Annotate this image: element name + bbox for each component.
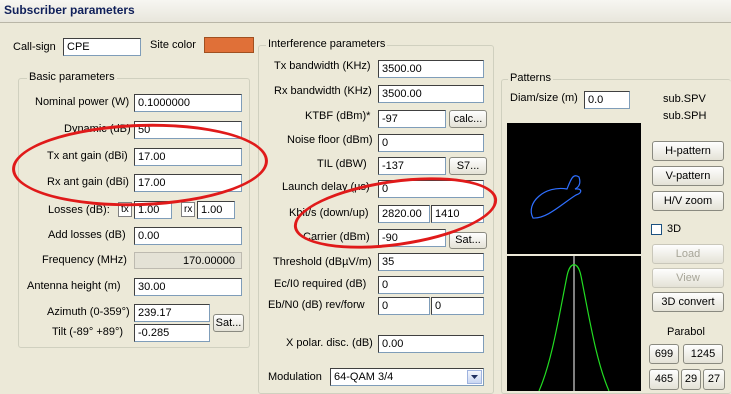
kbits-label: Kbit/s (down/up) [289, 207, 369, 219]
launch-delay-input[interactable]: 0 [378, 180, 484, 198]
xpol-label: X polar. disc. (dB) [286, 337, 373, 349]
eb-no-rev-input[interactable]: 0 [378, 297, 430, 315]
calc-button[interactable]: calc... [449, 110, 487, 128]
parabol-29-button[interactable]: 29 [681, 369, 701, 390]
file-spv-label: sub.SPV [663, 93, 706, 105]
losses-rx-input[interactable]: 1.00 [197, 201, 235, 219]
nominal-power-label: Nominal power (W) [35, 96, 130, 108]
parabol-label: Parabol [667, 326, 705, 338]
file-sph-label: sub.SPH [663, 110, 707, 122]
site-color-label: Site color [150, 39, 196, 51]
diam-size-label: Diam/size (m) [510, 92, 578, 104]
antenna-height-input[interactable]: 30.00 [134, 278, 242, 296]
tilt-label: Tilt (-89° +89°) [52, 326, 124, 338]
parabol-699-button[interactable]: 699 [649, 344, 679, 364]
til-input[interactable]: -137 [378, 157, 446, 175]
frequency-label: Frequency (MHz) [42, 254, 127, 266]
chevron-down-icon [471, 375, 478, 379]
modulation-dropdown-button[interactable] [467, 370, 482, 384]
carrier-input[interactable]: -90 [378, 229, 446, 247]
threshold-label: Threshold (dBµV/m) [273, 256, 372, 268]
xpol-input[interactable]: 0.00 [378, 335, 484, 353]
rx-bandwidth-label: Rx bandwidth (KHz) [274, 85, 372, 97]
v-pattern-graph [538, 256, 610, 392]
noise-floor-label: Noise floor (dBm) [287, 134, 373, 146]
azimuth-label: Azimuth (0-359°) [47, 306, 130, 318]
losses-tx-input[interactable]: 1.00 [134, 201, 172, 219]
callsign-label: Call-sign [13, 41, 56, 53]
h-pattern-graph [530, 175, 582, 219]
nominal-power-input[interactable]: 0.1000000 [134, 94, 242, 112]
patterns-title: Patterns [508, 72, 553, 84]
frequency-value: 170.00000 [134, 252, 242, 269]
diam-size-input[interactable]: 0.0 [584, 91, 630, 109]
site-color-swatch[interactable] [204, 37, 254, 53]
eb-no-label: Eb/N0 (dB) rev/forw [268, 299, 365, 311]
rx-gain-input[interactable]: 17.00 [134, 174, 242, 192]
v-pattern-plot [507, 256, 641, 392]
threshold-input[interactable]: 35 [378, 253, 484, 271]
kbits-up-input[interactable]: 1410 [431, 205, 484, 223]
view-button[interactable]: View [652, 268, 724, 288]
tx-bandwidth-label: Tx bandwidth (KHz) [274, 60, 371, 72]
parabol-465-button[interactable]: 465 [649, 369, 679, 390]
basic-parameters-title: Basic parameters [27, 71, 117, 83]
til-label: TIL (dBW) [317, 158, 367, 170]
tx-bandwidth-input[interactable]: 3500.00 [378, 60, 484, 78]
add-losses-label: Add losses (dB) [48, 229, 126, 241]
modulation-label: Modulation [268, 371, 322, 383]
v-pattern-button[interactable]: V-pattern [652, 166, 724, 186]
s7-button[interactable]: S7... [449, 157, 487, 175]
carrier-label: Carrier (dBm) [303, 231, 370, 243]
noise-floor-input[interactable]: 0 [378, 134, 484, 152]
ec-io-label: Ec/I0 required (dB) [274, 278, 367, 290]
azimuth-input[interactable]: 239.17 [134, 304, 210, 322]
tx-gain-label: Tx ant gain (dBi) [47, 150, 128, 162]
antenna-height-label: Antenna height (m) [27, 280, 121, 292]
tilt-input[interactable]: -0.285 [134, 324, 210, 342]
dynamic-input[interactable]: 50 [134, 121, 242, 139]
ktbf-input[interactable]: -97 [378, 110, 446, 128]
kbits-down-input[interactable]: 2820.00 [378, 205, 430, 223]
callsign-input[interactable]: CPE [63, 38, 141, 56]
interference-parameters-title: Interference parameters [266, 38, 388, 50]
ec-io-input[interactable]: 0 [378, 276, 484, 294]
modulation-value: 64-QAM 3/4 [334, 371, 394, 383]
three-d-label: 3D [667, 223, 682, 235]
dynamic-label: Dynamic (dB) [64, 123, 131, 135]
h-pattern-button[interactable]: H-pattern [652, 141, 724, 161]
modulation-select[interactable]: 64-QAM 3/4 [330, 368, 484, 386]
launch-delay-label: Launch delay (µs) [282, 181, 370, 193]
window-title: Subscriber parameters [4, 3, 135, 17]
window-titlebar: Subscriber parameters [0, 0, 731, 23]
rx-gain-label: Rx ant gain (dBi) [47, 176, 129, 188]
h-pattern-trace [530, 175, 582, 219]
losses-label: Losses (dB): [48, 204, 110, 216]
basic-sat-button[interactable]: Sat... [213, 314, 244, 332]
three-d-checkbox[interactable] [651, 224, 662, 235]
add-losses-input[interactable]: 0.00 [134, 227, 242, 245]
ktbf-label: KTBF (dBm)* [305, 110, 371, 122]
h-pattern-plot [507, 123, 641, 254]
losses-tx-toggle[interactable]: tx [118, 202, 132, 217]
losses-rx-toggle[interactable]: rx [181, 202, 195, 217]
rx-bandwidth-input[interactable]: 3500.00 [378, 85, 484, 103]
3d-convert-button[interactable]: 3D convert [652, 292, 724, 312]
hv-zoom-button[interactable]: H/V zoom [652, 191, 724, 211]
load-button[interactable]: Load [652, 244, 724, 264]
parabol-1245-button[interactable]: 1245 [683, 344, 723, 364]
parabol-27-button[interactable]: 27 [703, 369, 725, 390]
eb-no-forw-input[interactable]: 0 [431, 297, 484, 315]
tx-gain-input[interactable]: 17.00 [134, 148, 242, 166]
carrier-sat-button[interactable]: Sat... [449, 232, 487, 249]
